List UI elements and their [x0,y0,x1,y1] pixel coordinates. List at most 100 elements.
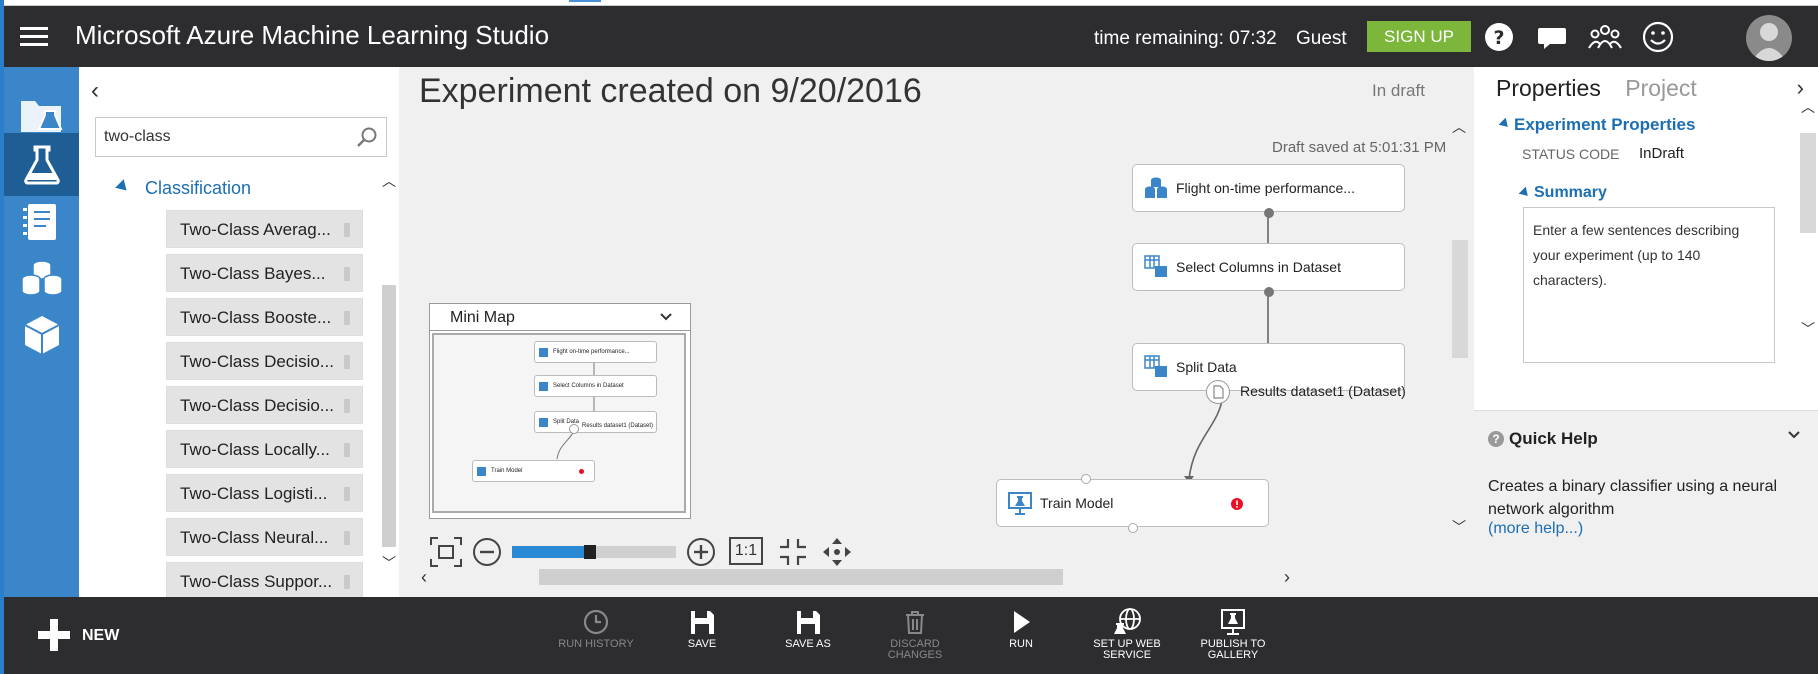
drag-grip-icon[interactable] [344,531,350,545]
zoom-slider[interactable] [512,545,676,559]
train-model-icon [1008,492,1032,515]
scroll-thumb[interactable] [1800,133,1816,233]
scroll-down-icon[interactable]: ﹀ [1801,319,1815,339]
module-item[interactable]: Two-Class Neural... [166,518,363,556]
mini-map-body[interactable]: Flight on-time performance... Select Col… [432,333,686,513]
mini-node: Train Model [472,460,595,482]
run-history-button[interactable]: RUN HISTORY [551,607,641,650]
mini-map-header[interactable]: Mini Map [430,304,690,331]
set-up-web-service-button[interactable]: SET UP WEB SERVICE [1082,607,1172,661]
tab-properties[interactable]: Properties [1496,75,1601,102]
palette-search[interactable] [95,117,387,157]
scroll-up-icon[interactable]: ︿ [1452,117,1466,137]
rail-datasets[interactable] [4,247,79,310]
help-icon[interactable]: ? [1482,20,1516,54]
smiley-icon[interactable] [1641,20,1675,54]
properties-pane: Properties Project › Experiment Properti… [1474,67,1818,600]
pan-icon[interactable] [821,536,853,568]
scroll-thumb[interactable] [539,569,1063,585]
gallery-icon [1221,609,1245,635]
discard-changes-button[interactable]: DISCARD CHANGES [870,607,960,661]
properties-scrollbar[interactable]: ︿ ﹀ [1798,97,1818,347]
module-label: Two-Class Booste... [180,308,332,327]
output-port[interactable] [1264,208,1274,218]
module-item[interactable]: Two-Class Decisio... [166,342,363,380]
drag-grip-icon[interactable] [344,223,350,237]
module-item[interactable]: Two-Class Locally... [166,430,363,468]
more-help-link[interactable]: (more help...) [1488,520,1583,538]
drag-grip-icon[interactable] [344,575,350,589]
save-as-button[interactable]: SAVE AS [763,607,853,650]
publish-to-gallery-button[interactable]: PUBLISH TO GALLERY [1188,607,1278,661]
user-name[interactable]: Guest [1296,28,1347,50]
result-port[interactable] [1206,380,1230,404]
search-input[interactable] [104,126,344,148]
scroll-up-icon[interactable]: ︿ [382,171,396,191]
module-item[interactable]: Two-Class Suppor... [166,562,363,600]
sign-up-button[interactable]: SIGN UP [1367,21,1471,52]
scroll-down-icon[interactable]: ﹀ [1452,517,1466,537]
node-select-columns[interactable]: Select Columns in Dataset [1132,243,1405,297]
chevron-down-icon[interactable] [660,313,672,321]
fit-to-screen-icon[interactable] [429,536,463,568]
expand-triangle-icon [1498,117,1512,131]
drag-grip-icon[interactable] [344,355,350,369]
scroll-thumb[interactable] [1452,240,1468,358]
palette-scrollbar[interactable]: ︿ ﹀ [379,167,399,597]
error-icon[interactable] [1231,498,1243,510]
user-avatar[interactable] [1746,15,1792,61]
rail-experiments[interactable] [4,133,79,196]
scroll-up-icon[interactable]: ︿ [1801,97,1815,117]
chevron-down-icon[interactable] [1788,431,1800,439]
category-classification[interactable]: Classification [115,178,251,199]
hamburger-menu-icon[interactable] [20,27,48,47]
split-data-icon [1144,355,1167,377]
auto-layout-icon[interactable] [777,536,809,568]
summary-textarea[interactable]: Enter a few sentences describing your ex… [1523,207,1775,363]
output-port[interactable] [1128,523,1138,533]
actual-size-button[interactable]: 1:1 [729,537,763,565]
action-label: PUBLISH TO GALLERY [1200,638,1266,661]
search-icon[interactable] [356,126,378,148]
projects-folder-icon [21,101,63,132]
zoom-out-icon[interactable] [471,536,503,568]
rail-trained-models[interactable] [4,303,79,366]
module-item[interactable]: Two-Class Booste... [166,298,363,336]
drag-grip-icon[interactable] [344,311,350,325]
drag-grip-icon[interactable] [344,399,350,413]
scroll-right-icon[interactable]: › [1284,567,1290,588]
mini-map[interactable]: Mini Map Flight on-time performance... S… [429,303,691,519]
module-item[interactable]: Two-Class Logisti... [166,474,363,512]
collapse-palette-icon[interactable]: ‹ [91,77,99,105]
drag-grip-icon[interactable] [344,443,350,457]
feedback-icon[interactable] [1535,20,1569,54]
tab-project[interactable]: Project [1625,75,1697,102]
node-flight-data[interactable]: Flight on-time performance... [1132,164,1405,218]
module-item[interactable]: Two-Class Decisio... [166,386,363,424]
module-item[interactable]: Two-Class Bayes... [166,254,363,292]
top-header: Microsoft Azure Machine Learning Studio … [4,6,1818,67]
module-item[interactable]: Two-Class Averag... [166,210,363,248]
output-port[interactable] [1264,287,1274,297]
run-button[interactable]: RUN [976,607,1066,650]
scroll-down-icon[interactable]: ﹀ [382,553,396,573]
scroll-thumb[interactable] [382,285,396,547]
drag-grip-icon[interactable] [344,267,350,281]
input-port[interactable] [1081,474,1091,484]
community-icon[interactable] [1588,20,1622,54]
play-icon [1014,611,1030,633]
zoom-slider-knob[interactable] [584,545,597,559]
summary-title: Summary [1534,184,1607,201]
node-train-model[interactable]: Train Model [996,474,1269,533]
quick-help-title[interactable]: Quick Help [1509,429,1598,449]
drag-grip-icon[interactable] [344,487,350,501]
experiment-properties-header[interactable]: Experiment Properties [1498,115,1695,135]
zoom-in-icon[interactable] [685,536,717,568]
save-button[interactable]: SAVE [657,607,747,650]
canvas-horizontal-scrollbar[interactable]: ‹ › [419,567,1299,587]
rail-web-services[interactable] [4,190,79,253]
experiment-canvas[interactable]: Experiment created on 9/20/2016 In draft… [399,67,1474,597]
summary-header[interactable]: Summary [1518,184,1607,202]
canvas-vertical-scrollbar[interactable]: ︿ ﹀ [1449,119,1469,542]
scroll-left-icon[interactable]: ‹ [421,567,427,588]
